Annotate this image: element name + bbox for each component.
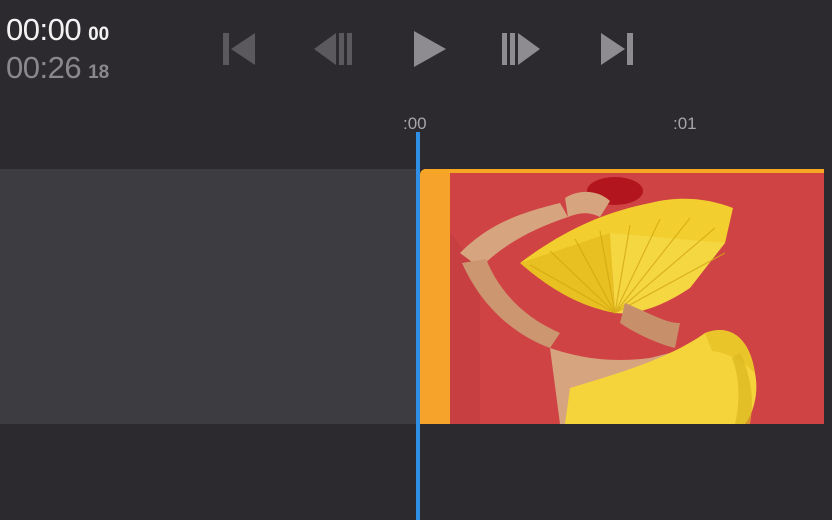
skip-to-start-button[interactable] bbox=[216, 26, 262, 72]
play-button[interactable] bbox=[405, 26, 451, 72]
step-back-button[interactable] bbox=[310, 26, 356, 72]
video-clip[interactable] bbox=[420, 169, 824, 424]
step-forward-icon bbox=[502, 33, 540, 65]
step-forward-button[interactable] bbox=[498, 26, 544, 72]
skip-to-end-icon bbox=[601, 33, 633, 65]
clip-trim-handle[interactable] bbox=[420, 169, 450, 424]
skip-to-end-button[interactable] bbox=[594, 26, 640, 72]
empty-track-region bbox=[0, 169, 418, 424]
skip-to-start-icon bbox=[223, 33, 255, 65]
video-editor: 00:00 00 00:26 18:00:01 bbox=[0, 0, 832, 520]
clip-thumbnail-image bbox=[450, 173, 824, 424]
step-back-icon bbox=[314, 33, 352, 65]
ruler-label-00: :00 bbox=[403, 114, 427, 133]
playhead[interactable] bbox=[416, 132, 420, 520]
play-icon bbox=[414, 31, 446, 67]
transport-controls bbox=[0, 26, 832, 72]
ruler-label-01: :01 bbox=[673, 114, 697, 133]
